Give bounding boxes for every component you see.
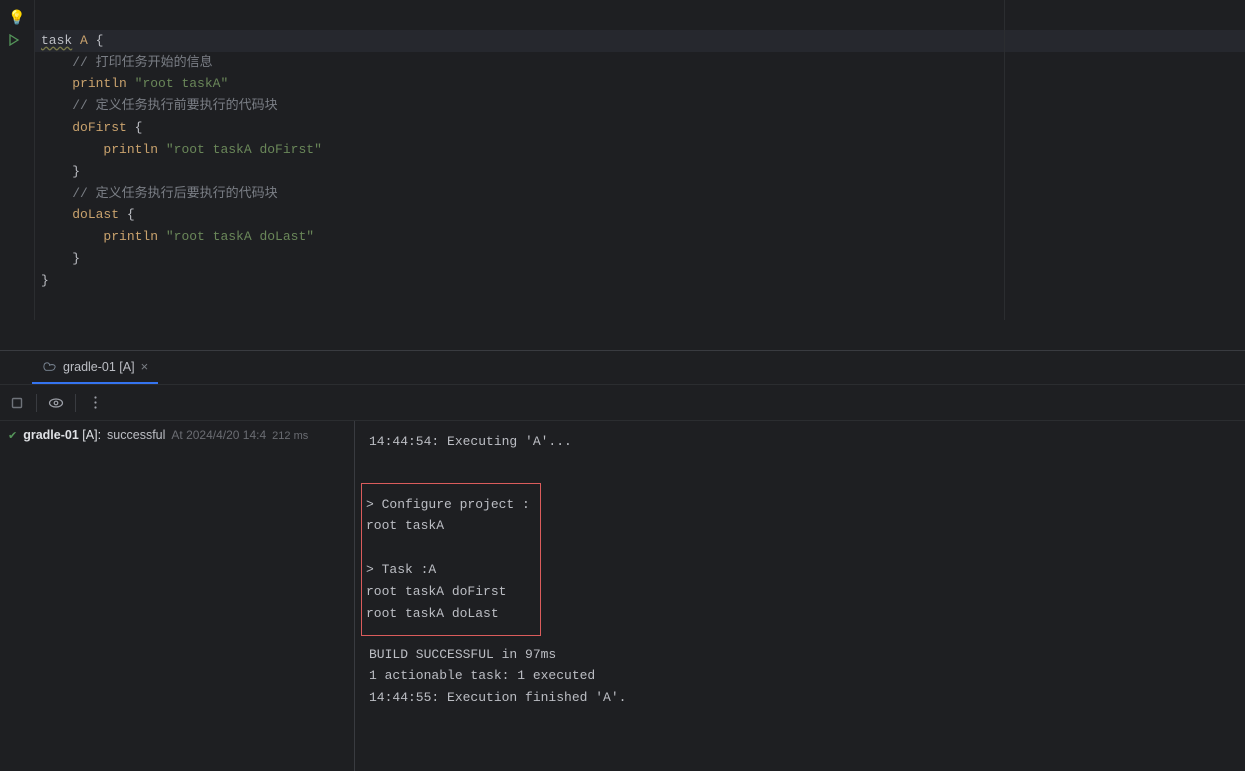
- code-line: }: [41, 161, 1239, 183]
- gradle-icon: [42, 360, 57, 373]
- code-line: }: [41, 270, 1239, 292]
- task-duration: 212 ms: [272, 430, 308, 442]
- toolbar-separator: [75, 394, 76, 412]
- success-check-icon: ✔: [8, 429, 17, 442]
- code-line: [41, 8, 1239, 30]
- task-timestamp: At 2024/4/20 14:4: [171, 428, 266, 442]
- run-panel: gradle-01 [A] × ✔ gradle-01 [A]: success…: [0, 350, 1245, 771]
- panel-gap: [0, 320, 1245, 350]
- code-line: // 打印任务开始的信息: [41, 52, 1239, 74]
- editor-area: 💡 task A { // 打印任务开始的信息 println "root ta…: [0, 0, 1245, 320]
- stop-button[interactable]: [6, 392, 28, 414]
- run-tab-label: gradle-01 [A]: [63, 360, 135, 374]
- code-editor[interactable]: task A { // 打印任务开始的信息 println "root task…: [35, 0, 1245, 320]
- task-status: successful: [107, 428, 165, 442]
- right-margin-line: [1004, 0, 1005, 320]
- view-button[interactable]: [45, 392, 67, 414]
- code-line: println "root taskA doFirst": [41, 139, 1239, 161]
- run-tab-gradle[interactable]: gradle-01 [A] ×: [32, 351, 158, 384]
- code-line: doFirst {: [41, 117, 1239, 139]
- run-gutter-icon[interactable]: [8, 34, 20, 46]
- lightbulb-icon[interactable]: 💡: [8, 10, 25, 27]
- editor-gutter: 💡: [0, 0, 35, 320]
- task-name: gradle-01 [A]:: [23, 428, 101, 442]
- toolbar-separator: [36, 394, 37, 412]
- close-icon[interactable]: ×: [141, 359, 149, 374]
- code-line: task A {: [35, 30, 1245, 52]
- run-tab-bar: gradle-01 [A] ×: [0, 351, 1245, 385]
- run-panel-body: ✔ gradle-01 [A]: successful At 2024/4/20…: [0, 421, 1245, 771]
- code-line: println "root taskA": [41, 73, 1239, 95]
- code-line: println "root taskA doLast": [41, 226, 1239, 248]
- console-pre: 14:44:54: Executing 'A'...: [369, 434, 572, 449]
- code-line: // 定义任务执行后要执行的代码块: [41, 183, 1239, 205]
- console-post: BUILD SUCCESSFUL in 97ms 1 actionable ta…: [369, 647, 626, 706]
- code-line: doLast {: [41, 204, 1239, 226]
- more-button[interactable]: [84, 392, 106, 414]
- console-highlight-box: > Configure project : root taskA > Task …: [361, 483, 541, 636]
- run-toolbar: [0, 385, 1245, 421]
- task-tree-item[interactable]: ✔ gradle-01 [A]: successful At 2024/4/20…: [0, 427, 354, 443]
- task-tree-pane[interactable]: ✔ gradle-01 [A]: successful At 2024/4/20…: [0, 421, 355, 771]
- code-line: // 定义任务执行前要执行的代码块: [41, 95, 1239, 117]
- console-output[interactable]: 14:44:54: Executing 'A'... > Configure p…: [355, 421, 1245, 771]
- code-line: }: [41, 248, 1239, 270]
